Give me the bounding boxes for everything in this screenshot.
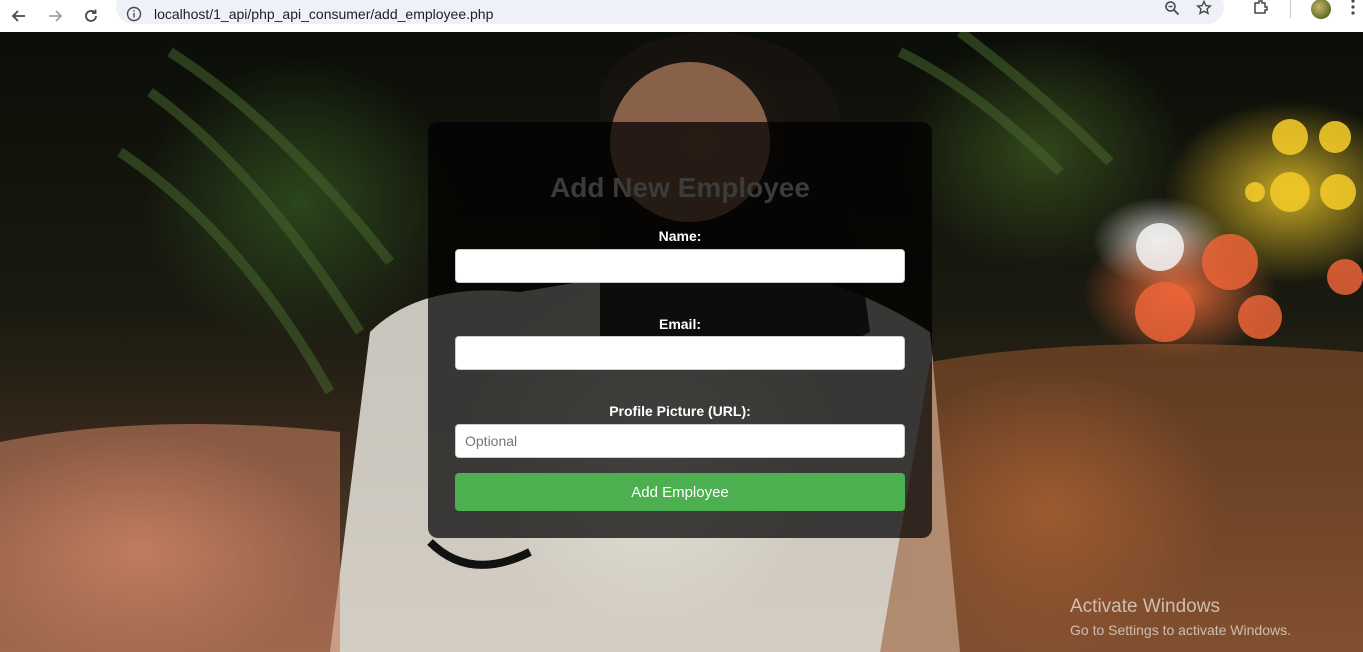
toolbar-divider <box>1290 0 1291 18</box>
menu-kebab-icon[interactable] <box>1351 0 1355 20</box>
email-input[interactable] <box>455 336 905 370</box>
profile-avatar[interactable] <box>1311 0 1331 19</box>
name-input[interactable] <box>455 249 905 283</box>
url-text[interactable]: localhost/1_api/php_api_consumer/add_emp… <box>154 0 493 22</box>
page-body: Add New Employee Name: Email: Profile Pi… <box>0 32 1363 652</box>
activate-windows-watermark: Activate Windows Go to Settings to activ… <box>1070 596 1291 640</box>
watermark-subtitle: Go to Settings to activate Windows. <box>1070 622 1291 638</box>
back-arrow-icon[interactable] <box>6 3 32 29</box>
forward-arrow-icon[interactable] <box>42 3 68 29</box>
site-info-icon[interactable] <box>126 0 142 22</box>
watermark-title: Activate Windows <box>1070 596 1220 617</box>
browser-toolbar: localhost/1_api/php_api_consumer/add_emp… <box>0 0 1363 32</box>
address-bar[interactable]: localhost/1_api/php_api_consumer/add_emp… <box>116 0 1224 24</box>
zoom-icon[interactable] <box>1164 0 1180 21</box>
bookmark-star-icon[interactable] <box>1196 0 1212 21</box>
profile-picture-label: Profile Picture (URL): <box>609 403 751 419</box>
form-title: Add New Employee <box>550 172 810 203</box>
add-employee-button[interactable]: Add Employee <box>455 473 905 511</box>
extensions-icon[interactable] <box>1252 0 1270 21</box>
name-label: Name: <box>658 228 702 244</box>
email-label: Email: <box>658 316 701 332</box>
add-employee-form: Add New Employee Name: Email: Profile Pi… <box>428 122 932 538</box>
profile-picture-url-input[interactable] <box>455 424 905 458</box>
reload-icon[interactable] <box>78 3 104 29</box>
